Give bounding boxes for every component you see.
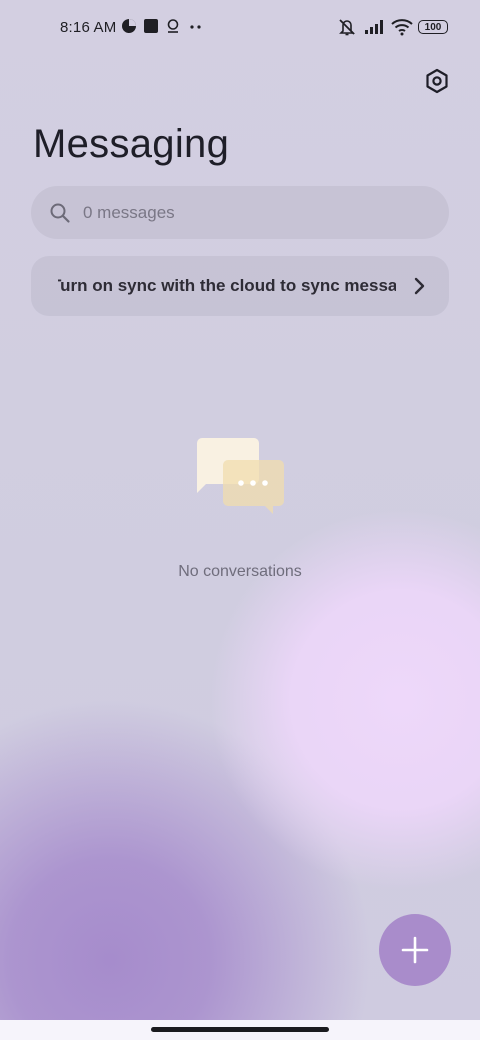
status-bar: 8:16 AM 100 [0, 0, 480, 56]
data-saver-icon [122, 19, 136, 33]
mute-vibrate-icon [339, 19, 355, 36]
empty-state-text: No conversations [178, 563, 302, 580]
chat-bubbles-icon [197, 438, 284, 514]
wifi-icon [391, 19, 413, 36]
page-title: Messaging [33, 122, 230, 166]
home-indicator[interactable] [151, 1027, 329, 1032]
chevron-right-icon [414, 277, 425, 295]
assistant-icon [167, 19, 179, 33]
search-icon [50, 203, 70, 223]
navigation-bar [0, 1020, 480, 1040]
status-time: 8:16 AM [60, 19, 117, 36]
battery-icon: 100 [418, 20, 448, 34]
search-bar[interactable] [31, 186, 449, 239]
sync-text-viewport: Turn on sync with the cloud to sync mess… [58, 256, 396, 316]
battery-level: 100 [424, 21, 442, 33]
square-app-icon [144, 19, 158, 33]
settings-hex-icon [426, 68, 448, 94]
more-dots-icon [190, 25, 201, 29]
search-input[interactable] [83, 192, 403, 233]
new-conversation-button[interactable] [379, 914, 451, 986]
settings-button[interactable] [420, 64, 454, 98]
sync-banner-text: Turn on sync with the cloud to sync mess… [58, 276, 396, 295]
cloud-sync-banner[interactable]: Turn on sync with the cloud to sync mess… [31, 256, 449, 316]
plus-icon [401, 936, 429, 964]
signal-icon [365, 20, 383, 34]
